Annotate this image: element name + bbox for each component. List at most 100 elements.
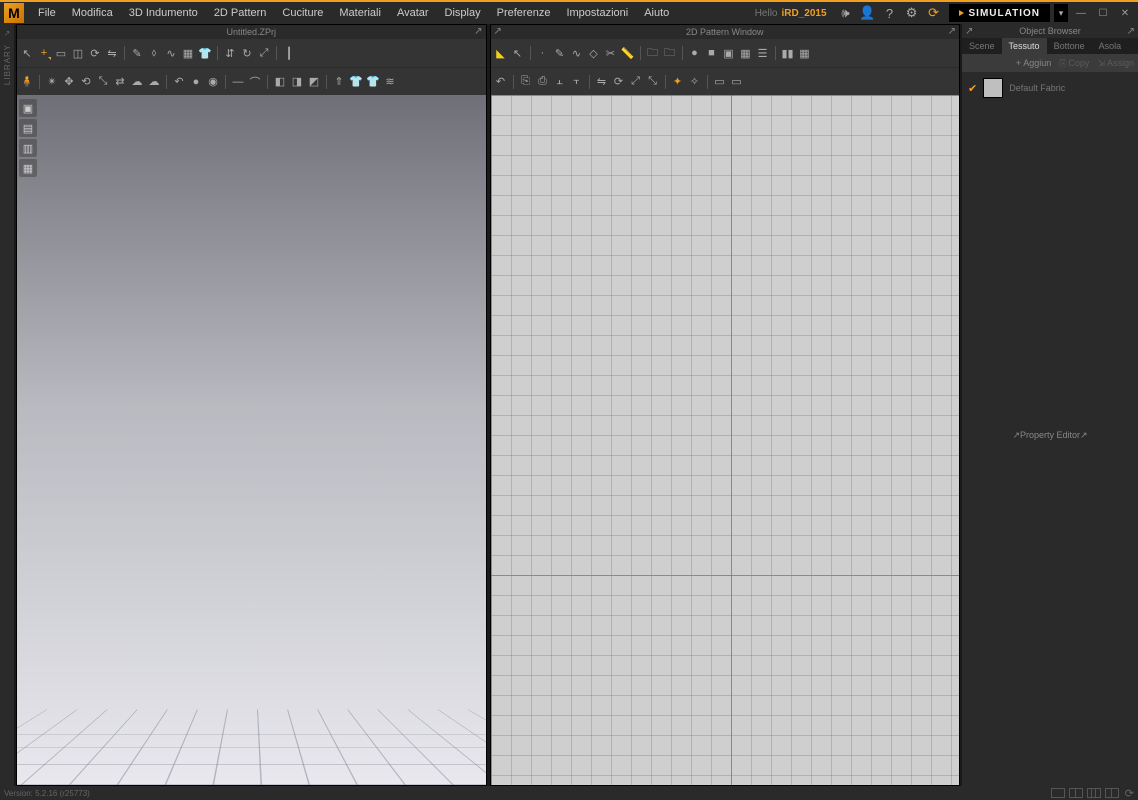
rect-tool-icon[interactable]: ◫ [70,45,86,61]
view-side-icon[interactable]: ▤ [19,119,37,137]
t1-2d-tool-icon[interactable]: ▭ [712,74,728,90]
layout-4-button[interactable] [1105,788,1119,798]
rotate2-tool-icon[interactable]: ↻ [239,45,255,61]
select2d-tool-icon[interactable]: ◣ [493,45,509,61]
edit2d-tool-icon[interactable]: ↖ [510,45,526,61]
layout-3-button[interactable] [1087,788,1101,798]
square2d-tool-icon[interactable]: ■ [704,45,720,61]
snap2b-tool-icon[interactable]: ✧ [687,74,703,90]
add-tool-icon[interactable]: + [36,45,52,61]
float-tool-icon[interactable]: ⇑ [331,74,347,90]
measure2d-tool-icon[interactable]: 📏 [620,45,636,61]
menu-aiuto[interactable]: Aiuto [636,2,677,24]
sync-icon[interactable]: ⟳ [923,2,945,24]
2d-panel-popin-icon[interactable]: ↗ [494,26,502,37]
menu-3d-indumento[interactable]: 3D Indumento [121,2,206,24]
object-browser-popin-icon[interactable]: ↗ [965,26,973,37]
menu-modifica[interactable]: Modifica [64,2,121,24]
point2d-tool-icon[interactable]: · [535,45,551,61]
align2d-tool-icon[interactable]: ⫠ [552,74,568,90]
simulation-button[interactable]: SIMULATION [949,4,1050,22]
layout-2-button[interactable] [1069,788,1083,798]
sphere2-tool-icon[interactable]: ◉ [205,74,221,90]
square2c-tool-icon[interactable]: ▦ [738,45,754,61]
tab-asola[interactable]: Asola [1092,38,1129,54]
align2b-tool-icon[interactable]: ⫟ [569,74,585,90]
view-top-icon[interactable]: ▦ [19,159,37,177]
rotate-tool-icon[interactable]: ⟳ [87,45,103,61]
knife2d-tool-icon[interactable]: ✂ [603,45,619,61]
fabric-swatch[interactable] [983,78,1003,98]
sym-tool-icon[interactable]: ⇵ [222,45,238,61]
divider-tool-icon[interactable]: ┃ [281,45,297,61]
marquee-tool-icon[interactable]: ▭ [53,45,69,61]
garment3-tool-icon[interactable]: 👕 [365,74,381,90]
property-editor-popin-icon[interactable]: ↗ [1012,430,1020,441]
shape2d-tool-icon[interactable]: ◇ [586,45,602,61]
t2-2d-tool-icon[interactable]: ▭ [729,74,745,90]
view-front-icon[interactable]: ▣ [19,99,37,117]
scale2-tool-icon[interactable]: ⤡ [95,74,111,90]
layout-1-button[interactable] [1051,788,1065,798]
menu-cuciture[interactable]: Cuciture [274,2,331,24]
pose-tool-icon[interactable]: ✴ [44,74,60,90]
scale2b-tool-icon[interactable]: ⤡ [645,74,661,90]
rotate3-tool-icon[interactable]: ⟲ [78,74,94,90]
cloud2-tool-icon[interactable]: ☁ [146,74,162,90]
sound-icon[interactable]: 🕪 [835,2,857,24]
grid-tool-icon[interactable]: ▦ [180,45,196,61]
grid2d-tool-icon[interactable]: ▦ [797,45,813,61]
cursor-tool-icon[interactable]: ↖ [19,45,35,61]
window-close[interactable]: ✕ [1116,4,1134,22]
square2b-tool-icon[interactable]: ▣ [721,45,737,61]
3d-viewport[interactable]: ▣ ▤ ▥ ▦ [17,95,486,785]
settings-icon[interactable]: ⚙ [901,2,923,24]
garment2-tool-icon[interactable]: 👕 [348,74,364,90]
tab-tessuto[interactable]: Tessuto [1002,38,1047,54]
help-icon[interactable]: ? [879,2,901,24]
property-editor-popout-icon[interactable]: ↗ [1080,430,1088,441]
bars2d-tool-icon[interactable]: ▮▮ [780,45,796,61]
menu-display[interactable]: Display [437,2,489,24]
sphere-tool-icon[interactable]: ● [188,74,204,90]
2d-viewport[interactable] [491,95,960,785]
library-expand-icon[interactable]: ↗ [2,28,12,38]
line-tool-icon[interactable]: — [230,74,246,90]
folder2b-tool-icon[interactable]: 🗀 [662,45,678,61]
menu-2d-pattern[interactable]: 2D Pattern [206,2,275,24]
extra2-tool-icon[interactable]: ◨ [289,74,305,90]
menu-impostazioni[interactable]: Impostazioni [558,2,636,24]
copy2d-tool-icon[interactable]: ⎘ [518,74,534,90]
mirror-tool-icon[interactable]: ⇋ [104,45,120,61]
curve2d-tool-icon[interactable]: ∿ [569,45,585,61]
view-persp-icon[interactable]: ▥ [19,139,37,157]
window-maximize[interactable]: ☐ [1094,4,1112,22]
scale2d-tool-icon[interactable]: ⤢ [628,74,644,90]
account-icon[interactable]: 👤 [857,2,879,24]
smooth-tool-icon[interactable]: ∿ [163,45,179,61]
pen-tool-icon[interactable]: ✎ [129,45,145,61]
undo2d-tool-icon[interactable]: ↶ [493,74,509,90]
arc-tool-icon[interactable]: ⌒ [247,74,263,90]
object-browser-popout-icon[interactable]: ↗ [1127,26,1135,37]
menu-file[interactable]: File [30,2,64,24]
paste2d-tool-icon[interactable]: ⎙ [535,74,551,90]
add-fabric-button[interactable]: + Aggiun [1016,58,1051,68]
mirror2d-tool-icon[interactable]: ⇋ [594,74,610,90]
library-strip[interactable]: ↗ LIBRARY [0,24,14,786]
undo-tool-icon[interactable]: ↶ [171,74,187,90]
menu-materiali[interactable]: Materiali [331,2,389,24]
pen2d-tool-icon[interactable]: ✎ [552,45,568,61]
menu-preferenze[interactable]: Preferenze [489,2,559,24]
wind-tool-icon[interactable]: ≋ [382,74,398,90]
translate-tool-icon[interactable]: ✥ [61,74,77,90]
extra3-tool-icon[interactable]: ◩ [306,74,322,90]
avatar-tool-icon[interactable]: 🧍 [19,74,35,90]
cloud-tool-icon[interactable]: ☁ [129,74,145,90]
scale-tool-icon[interactable]: ⤢ [256,45,272,61]
tab-scene[interactable]: Scene [962,38,1002,54]
fabric-check-icon[interactable]: ✔ [968,82,977,95]
tab-bottone[interactable]: Bottone [1047,38,1092,54]
reload-icon[interactable]: ⟳ [1125,787,1134,800]
anchor-tool-icon[interactable]: ⬨ [146,45,162,61]
